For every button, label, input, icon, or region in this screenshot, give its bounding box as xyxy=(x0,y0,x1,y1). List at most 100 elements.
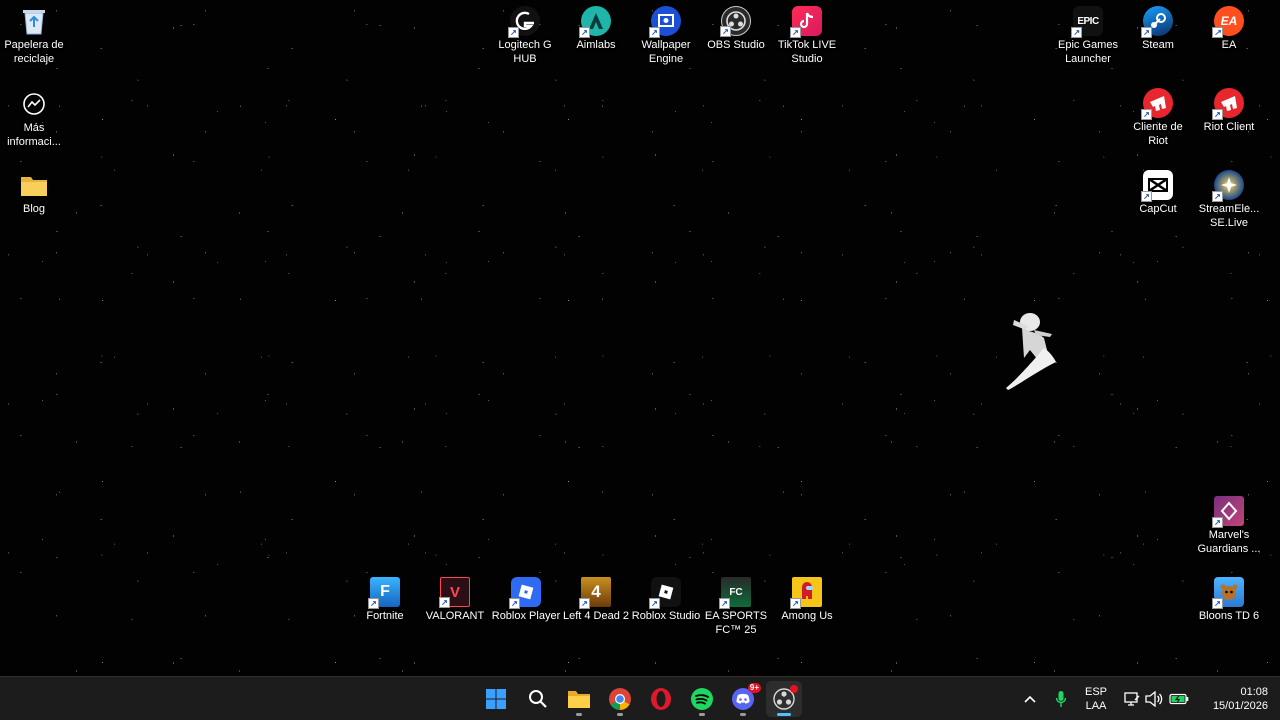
desktop-icon-label: Wallpaper Engine xyxy=(641,39,691,65)
clock-button[interactable]: 01:08 15/01/2026 xyxy=(1198,683,1268,715)
wallpaper-silver-surfer-figure xyxy=(1006,313,1056,390)
shortcut-arrow-icon: ↗ xyxy=(1212,27,1223,38)
desktop-icon-label: EA xyxy=(1221,39,1237,51)
easportsfc-icon: FC ↗ xyxy=(719,577,751,609)
desktop-icon-cliente-de-riot[interactable]: ↗ Cliente de Riot xyxy=(1123,88,1193,148)
windows-start-icon xyxy=(486,689,506,709)
desktop-icon-epic-games[interactable]: EPIC ↗ Epic Games Launcher xyxy=(1053,6,1123,66)
steam-icon: ↗ xyxy=(1141,6,1173,38)
desktop-icon-label: Más informaci... xyxy=(7,122,61,148)
desktop-icon-ea-sports-fc[interactable]: FC ↗ EA SPORTS FC™ 25 xyxy=(701,577,771,637)
taskbar: 9+ ESP LAA 01:08 15/01/2026 xyxy=(0,676,1280,720)
taskbar-opera-button[interactable] xyxy=(643,681,679,717)
desktop-icon-label: Riot Client xyxy=(1203,121,1255,133)
roblox-studio-icon: ↗ xyxy=(649,577,681,609)
fortnite-icon: F ↗ xyxy=(368,577,400,609)
battery-button[interactable] xyxy=(1168,689,1190,709)
desktop-icon-fortnite[interactable]: F ↗ Fortnite xyxy=(350,577,420,623)
running-indicator xyxy=(576,713,582,716)
desktop-icon-streamelements[interactable]: ↗ StreamEle... SE.Live xyxy=(1194,170,1264,230)
desktop-icon-guardians[interactable]: ↗ Marvel's Guardians ... xyxy=(1194,496,1264,556)
epic-badge-text: EPIC xyxy=(1077,15,1099,27)
ea-icon: EA ↗ xyxy=(1212,6,1244,38)
taskbar-start-button[interactable] xyxy=(478,681,514,717)
desktop-icon-more-info[interactable]: Más informaci... xyxy=(0,89,69,149)
desktop-icon-bloons[interactable]: ↗ Bloons TD 6 xyxy=(1194,577,1264,623)
shortcut-arrow-icon: ↗ xyxy=(368,598,379,609)
desktop-icon-left4dead2[interactable]: 4 ↗ Left 4 Dead 2 xyxy=(561,577,631,623)
search-icon xyxy=(529,690,547,708)
desktop-icon-label: Logitech G HUB xyxy=(498,39,552,65)
desktop-icon-steam[interactable]: ↗ Steam xyxy=(1123,6,1193,52)
desktop-icon-roblox-player[interactable]: ↗ Roblox Player xyxy=(491,577,561,623)
desktop-icon-label: Papelera de reciclaje xyxy=(4,39,64,65)
taskbar-discord-button[interactable]: 9+ xyxy=(725,681,761,717)
desktop-icon-valorant[interactable]: V ↗ VALORANT xyxy=(420,577,490,623)
chrome-icon xyxy=(609,688,631,710)
shortcut-arrow-icon: ↗ xyxy=(1141,109,1152,120)
bloons-icon: ↗ xyxy=(1212,577,1244,609)
network-button[interactable] xyxy=(1122,689,1142,709)
microphone-icon xyxy=(1055,691,1067,707)
taskbar-file-explorer-button[interactable] xyxy=(561,681,597,717)
desktop-icon-riot-client[interactable]: ↗ Riot Client xyxy=(1194,88,1264,134)
logitech-icon: ↗ xyxy=(508,6,540,38)
desktop-icon-roblox-studio[interactable]: ↗ Roblox Studio xyxy=(631,577,701,623)
shortcut-arrow-icon: ↗ xyxy=(1212,109,1223,120)
shortcut-arrow-icon: ↗ xyxy=(719,598,730,609)
taskbar-search-button[interactable] xyxy=(520,681,556,717)
volume-button[interactable] xyxy=(1144,689,1164,709)
desktop[interactable]: Papelera de reciclaje Más informaci... B… xyxy=(0,0,1280,676)
show-hidden-icons-button[interactable] xyxy=(1020,689,1040,709)
desktop-icon-tiktok-live[interactable]: ↗ TikTok LIVE Studio xyxy=(772,6,842,66)
shortcut-arrow-icon: ↗ xyxy=(1212,517,1223,528)
riot-icon: ↗ xyxy=(1141,88,1173,120)
desktop-icon-recycle-bin[interactable]: Papelera de reciclaje xyxy=(0,6,69,66)
desktop-icon-label: Left 4 Dead 2 xyxy=(562,610,630,622)
aimlabs-icon: ↗ xyxy=(579,6,611,38)
shortcut-arrow-icon: ↗ xyxy=(790,27,801,38)
opera-icon xyxy=(651,688,671,710)
desktop-icon-label: StreamEle... SE.Live xyxy=(1198,203,1260,229)
desktop-icon-label: TikTok LIVE Studio xyxy=(777,39,837,65)
taskbar-spotify-button[interactable] xyxy=(684,681,720,717)
taskbar-obs-button[interactable] xyxy=(766,681,802,717)
taskbar-chrome-button[interactable] xyxy=(602,681,638,717)
wallpaper-engine-icon: ↗ xyxy=(649,6,681,38)
fortnite-badge-text: F xyxy=(380,583,390,600)
desktop-icon-among-us[interactable]: ↗ Among Us xyxy=(772,577,842,623)
epic-games-icon: EPIC ↗ xyxy=(1071,6,1103,38)
desktop-icon-wallpaper-engine[interactable]: ↗ Wallpaper Engine xyxy=(631,6,701,66)
spotify-icon xyxy=(691,688,713,710)
desktop-icon-blog[interactable]: Blog xyxy=(0,170,69,216)
shortcut-arrow-icon: ↗ xyxy=(1071,27,1082,38)
shortcut-arrow-icon: ↗ xyxy=(1141,191,1152,202)
desktop-icon-label: Among Us xyxy=(781,610,833,622)
shortcut-arrow-icon: ↗ xyxy=(508,27,519,38)
desktop-icon-obs[interactable]: ↗ OBS Studio xyxy=(701,6,771,52)
desktop-icon-logitech[interactable]: ↗ Logitech G HUB xyxy=(490,6,560,66)
desktop-icon-label: VALORANT xyxy=(425,610,485,622)
desktop-icon-label: Epic Games Launcher xyxy=(1058,39,1118,65)
network-icon xyxy=(1124,692,1140,706)
desktop-icon-aimlabs[interactable]: ↗ Aimlabs xyxy=(561,6,631,52)
input-language-button[interactable]: ESP LAA xyxy=(1080,684,1112,714)
l4d-badge-text: 4 xyxy=(591,582,601,601)
capcut-icon: ↗ xyxy=(1141,170,1173,202)
desktop-icon-label: Steam xyxy=(1142,39,1174,51)
among-us-icon: ↗ xyxy=(790,577,822,609)
desktop-icon-label: Aimlabs xyxy=(576,39,616,51)
chevron-up-icon xyxy=(1024,695,1036,703)
desktop-icon-ea[interactable]: EA ↗ EA xyxy=(1194,6,1264,52)
shortcut-arrow-icon: ↗ xyxy=(720,26,731,37)
valorant-icon: V ↗ xyxy=(439,577,470,608)
desktop-icon-capcut[interactable]: ↗ CapCut xyxy=(1123,170,1193,216)
obs-icon: ↗ xyxy=(720,6,751,37)
streamelements-icon: ↗ xyxy=(1212,170,1244,202)
shortcut-arrow-icon: ↗ xyxy=(649,598,660,609)
shortcut-arrow-icon: ↗ xyxy=(1212,598,1223,609)
microphone-button[interactable] xyxy=(1051,688,1071,710)
shortcut-arrow-icon: ↗ xyxy=(439,597,450,608)
roblox-icon: ↗ xyxy=(509,577,541,609)
clock-time: 01:08 xyxy=(1240,686,1268,698)
